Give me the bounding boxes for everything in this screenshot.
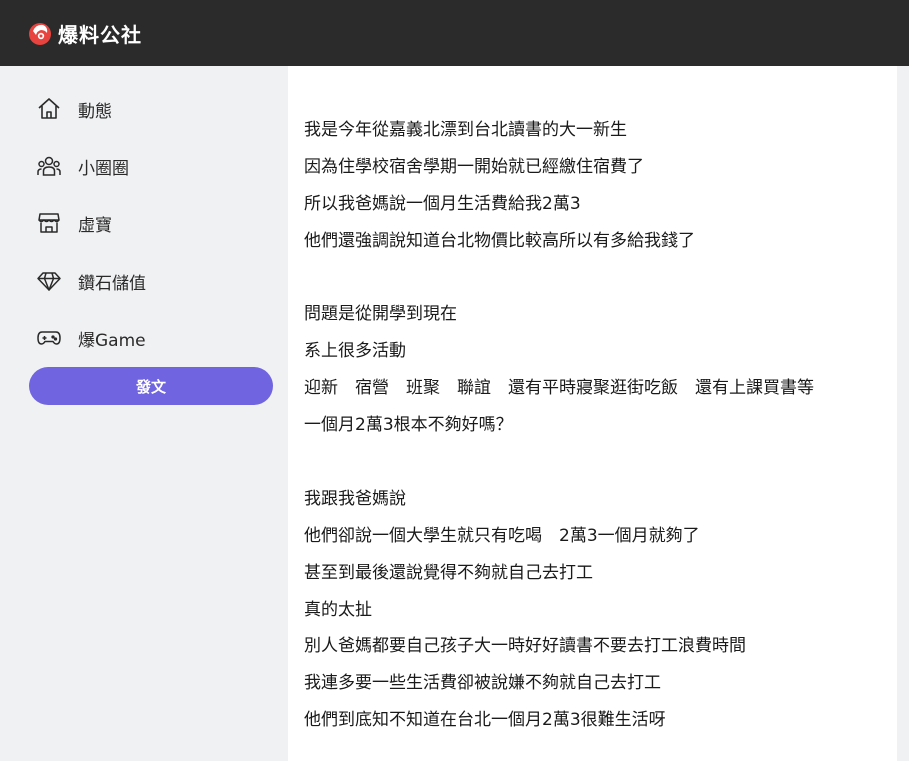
sidebar-item-label: 鑽石儲值 [78,273,146,294]
sidebar-item-groups[interactable]: 小圈圈 [36,151,129,181]
post-line: 迎新 宿營 班聚 聯誼 還有平時寢聚逛街吃飯 還有上課買書等 [304,378,814,399]
post-line: 他們到底知不知道在台北一個月2萬3很難生活呀 [304,710,666,731]
post-line: 別人爸媽都要自己孩子大一時好好讀書不要去打工浪費時間 [304,636,746,657]
post-line: 因為住學校宿舍學期一開始就已經繳住宿費了 [304,156,644,177]
post-line: 我連多要一些生活費卻被說嫌不夠就自己去打工 [304,673,661,694]
diamond-icon [37,272,61,291]
post-line: 問題是從開學到現在 [304,304,457,325]
sidebar-item-game[interactable]: 爆Game [36,323,146,353]
post-line-blank [304,444,884,481]
post-line: 我是今年從嘉義北漂到台北讀書的大一新生 [304,120,627,140]
post-body: 我是今年從嘉義北漂到台北讀書的大一新生 因為住學校宿舍學期一開始就已經繳住宿費了… [304,112,884,739]
brand-logo[interactable]: 爆料公社 [28,19,142,48]
sidebar-item-feed[interactable]: 動態 [36,94,112,124]
top-bar: 爆料公社 [0,0,909,66]
brand-name: 爆料公社 [58,23,142,47]
sidebar-item-diamond-topup[interactable]: 鑽石儲值 [36,266,146,296]
group-icon [37,156,61,176]
post-line: 真的太扯 [304,599,372,620]
gamepad-icon [37,331,61,345]
post-button[interactable]: 發文 [29,367,273,405]
sidebar-item-label: 虛寶 [78,215,112,236]
post-line: 甚至到最後還說覺得不夠就自己去打工 [304,562,593,583]
post-content-panel: 我是今年從嘉義北漂到台北讀書的大一新生 因為住學校宿舍學期一開始就已經繳住宿費了… [288,66,897,761]
sidebar-item-label: 動態 [78,101,112,122]
post-line: 系上很多活動 [304,341,406,362]
sidebar-item-label: 小圈圈 [78,158,129,179]
post-line: 一個月2萬3根本不夠好嗎？ [304,415,513,436]
post-line: 他們卻說一個大學生就只有吃喝 2萬3一個月就夠了 [304,525,700,546]
logo-icon [29,22,51,45]
post-line-blank [304,260,884,297]
right-gutter [897,66,909,761]
post-line: 他們還強調說知道台北物價比較高所以有多給我錢了 [304,230,695,251]
sidebar-item-label: 爆Game [78,330,146,351]
post-line: 所以我爸媽說一個月生活費給我2萬3 [304,193,581,214]
sidebar: 動態 小圈圈 虛寶 鑽石儲值 爆Game 發文 [0,66,288,761]
store-icon [38,213,60,233]
home-icon [38,98,60,119]
post-line: 我跟我爸媽說 [304,488,406,509]
sidebar-item-store[interactable]: 虛寶 [36,208,112,238]
